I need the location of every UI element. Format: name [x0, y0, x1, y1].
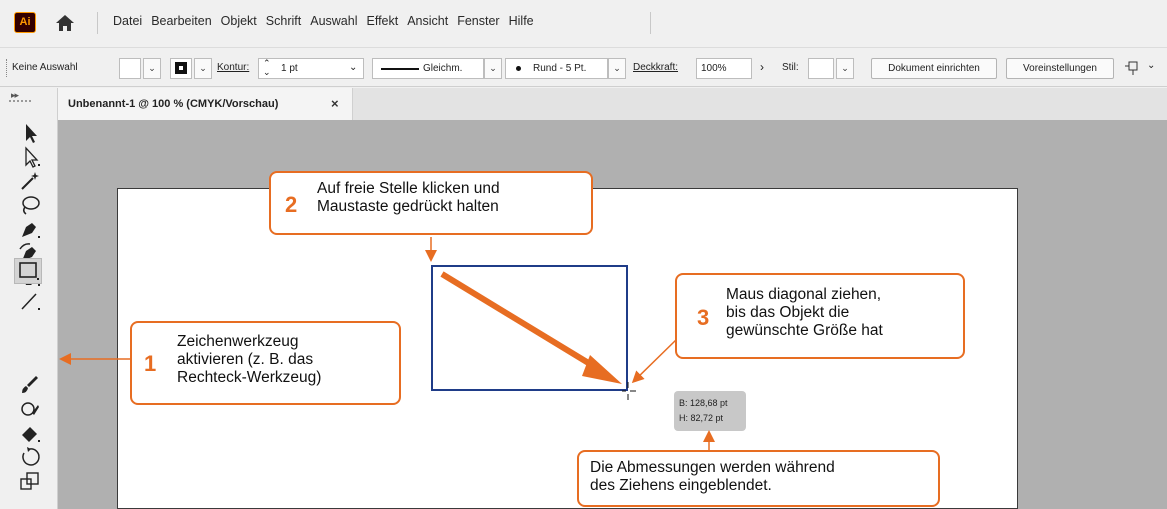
callout-1: 1 Zeichenwerkzeug aktivieren (z. B. das …: [130, 321, 401, 405]
callout-3-number: 3: [697, 305, 710, 330]
callout-3-arrow: [631, 337, 679, 384]
callout-2-text: Auf freie Stelle klicken und Maustaste g…: [317, 180, 500, 215]
callout-1-number: 1: [144, 351, 157, 376]
annotation-arrows: [59, 237, 715, 451]
crosshair-cursor: [622, 382, 636, 400]
callout-1-text: Zeichenwerkzeug aktivieren (z. B. das Re…: [177, 333, 322, 386]
drag-arrow: [440, 271, 602, 373]
callout-4-text: Die Abmessungen werden während des Ziehe…: [590, 459, 835, 494]
callout-3-text: Maus diagonal ziehen, bis das Objekt die…: [726, 286, 883, 339]
callout-4: Die Abmessungen werden während des Ziehe…: [577, 450, 940, 507]
callout-2: 2 Auf freie Stelle klicken und Maustaste…: [269, 171, 593, 235]
callout-2-number: 2: [285, 192, 298, 217]
callout-3: 3 Maus diagonal ziehen, bis das Objekt d…: [675, 273, 965, 359]
